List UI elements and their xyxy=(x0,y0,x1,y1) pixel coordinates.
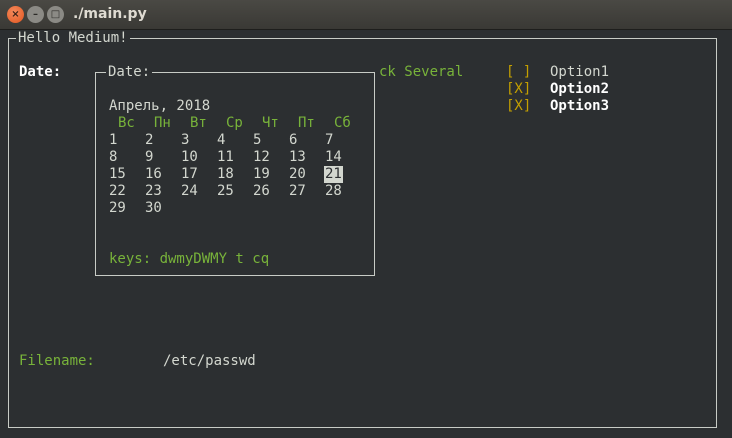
calendar-keys-hint: keys: dwmyDWMY t cq xyxy=(109,251,270,267)
day-cell[interactable]: 10 xyxy=(181,149,198,166)
day-cell[interactable]: 18 xyxy=(217,166,234,183)
day-cell[interactable]: 16 xyxy=(145,166,162,183)
weekday-label: Чт xyxy=(262,115,279,131)
day-cell[interactable]: 14 xyxy=(325,149,342,166)
day-cell[interactable]: 11 xyxy=(217,149,234,166)
day-cell[interactable]: 2 xyxy=(145,132,153,149)
date-picker-title: Date: xyxy=(106,64,153,81)
weekday-label: Ср xyxy=(226,115,243,131)
option2-label[interactable]: Option2 xyxy=(550,81,609,98)
day-cell[interactable]: 17 xyxy=(181,166,198,183)
option1-label[interactable]: Option1 xyxy=(550,64,609,81)
day-cell[interactable]: 22 xyxy=(109,183,126,200)
day-cell[interactable]: 8 xyxy=(109,149,117,166)
weekday-label: Вс xyxy=(118,115,135,131)
day-cell[interactable]: 12 xyxy=(253,149,270,166)
day-cell[interactable]: 7 xyxy=(325,132,333,149)
day-cell[interactable]: 3 xyxy=(181,132,189,149)
day-cell[interactable]: 15 xyxy=(109,166,126,183)
day-cell[interactable]: 9 xyxy=(145,149,153,166)
form-title: Hello Medium! xyxy=(16,30,130,47)
day-cell[interactable]: 25 xyxy=(217,183,234,200)
day-cell[interactable]: 24 xyxy=(181,183,198,200)
minimize-window-button[interactable]: – xyxy=(27,6,44,23)
close-window-button[interactable]: × xyxy=(7,6,24,23)
filename-input[interactable]: /etc/passwd xyxy=(163,353,256,370)
day-cell[interactable]: 28 xyxy=(325,183,342,200)
option1-checkbox[interactable]: [ ] xyxy=(506,64,531,81)
day-cell[interactable]: 6 xyxy=(289,132,297,149)
day-cell[interactable]: 20 xyxy=(289,166,306,183)
window-titlebar: × – □ ./main.py xyxy=(0,0,732,30)
selected-day-cell[interactable]: 21 xyxy=(324,166,343,183)
option3-label[interactable]: Option3 xyxy=(550,98,609,115)
day-cell[interactable]: 29 xyxy=(109,200,126,217)
day-cell[interactable]: 23 xyxy=(145,183,162,200)
day-cell[interactable]: 13 xyxy=(289,149,306,166)
pick-several-label: ck Several xyxy=(379,64,464,80)
day-cell[interactable]: 27 xyxy=(289,183,306,200)
day-cell[interactable]: 19 xyxy=(253,166,270,183)
filename-label: Filename: xyxy=(19,353,95,369)
day-cell[interactable]: 5 xyxy=(253,132,261,149)
date-label: Date: xyxy=(19,64,62,80)
weekday-label: Сб xyxy=(334,115,351,131)
weekday-label: Вт xyxy=(190,115,207,131)
option2-checkbox[interactable]: [X] xyxy=(506,81,531,98)
maximize-window-button[interactable]: □ xyxy=(47,6,64,23)
weekday-label: Пн xyxy=(154,115,171,131)
day-cell[interactable]: 1 xyxy=(109,132,117,149)
window-title: ./main.py xyxy=(73,6,147,22)
day-cell[interactable]: 4 xyxy=(217,132,225,149)
day-cell[interactable]: 26 xyxy=(253,183,270,200)
calendar-month-year: Апрель, 2018 xyxy=(109,98,211,114)
weekday-label: Пт xyxy=(298,115,315,131)
option3-checkbox[interactable]: [X] xyxy=(506,98,531,115)
day-cell[interactable]: 30 xyxy=(145,200,162,217)
